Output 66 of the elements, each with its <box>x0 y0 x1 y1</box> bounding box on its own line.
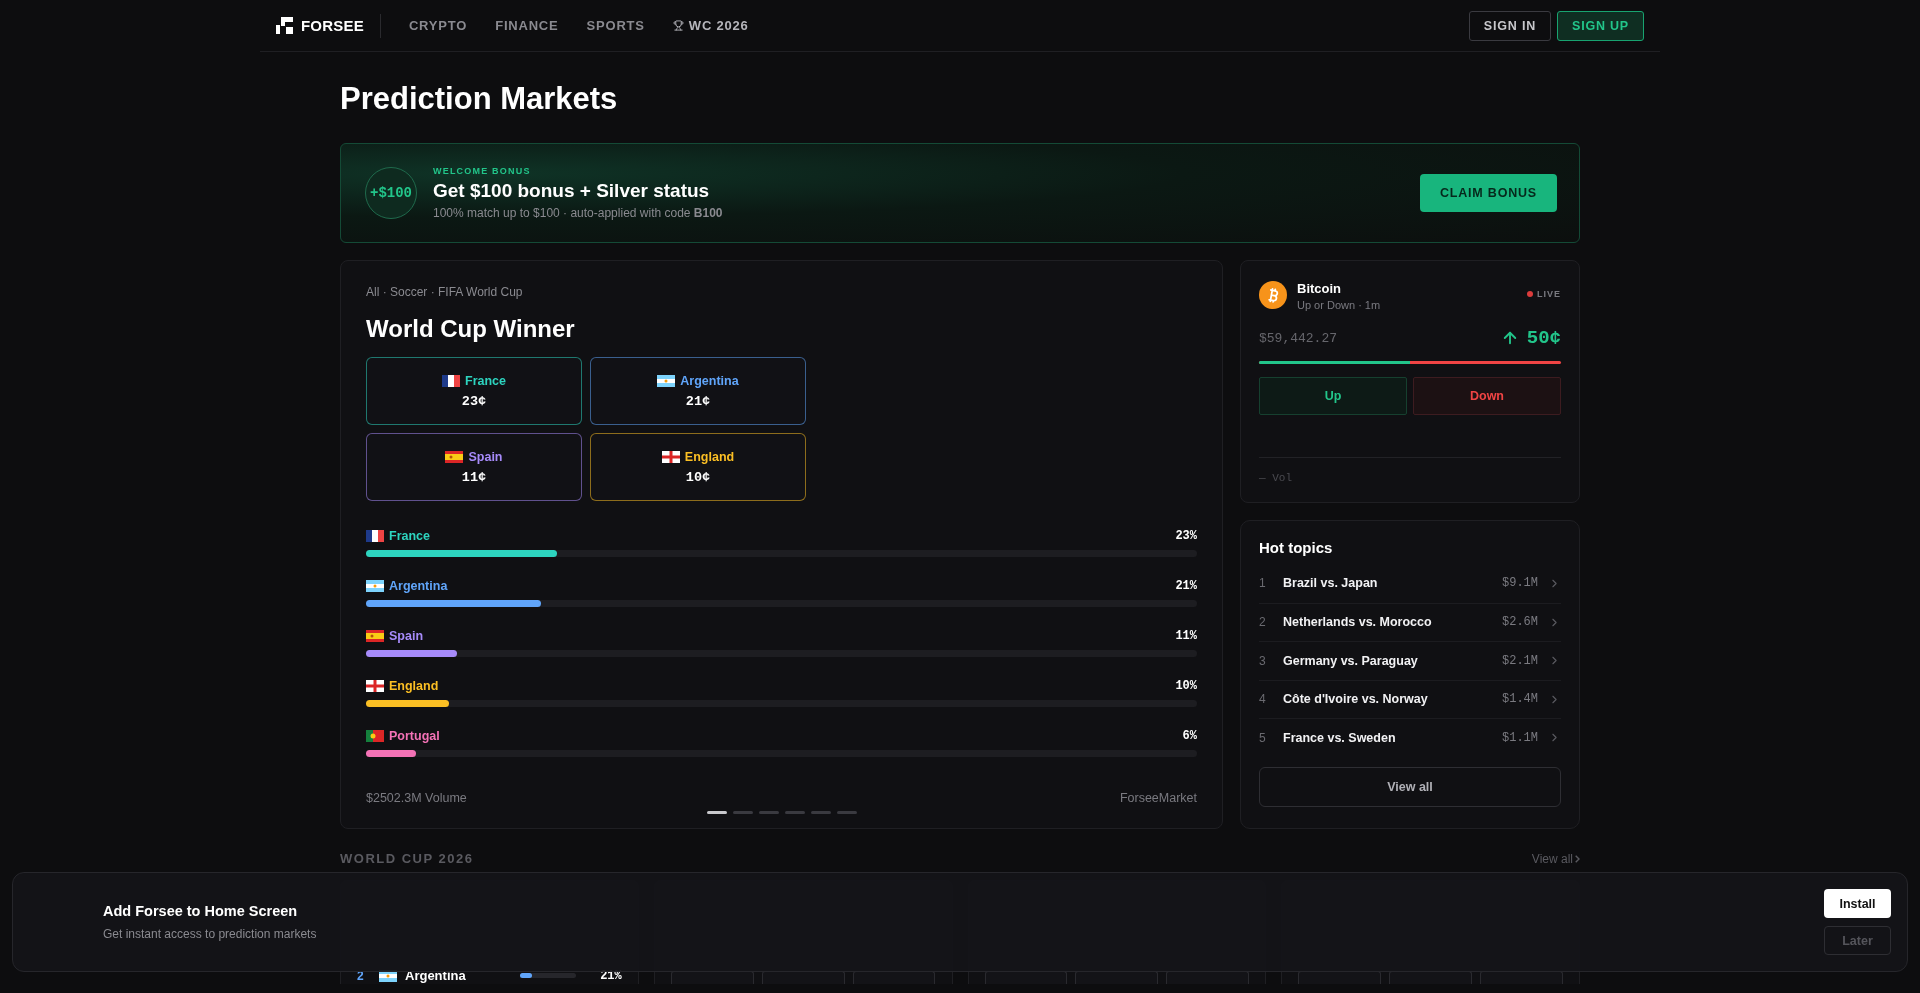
down-button[interactable]: Down <box>1413 377 1561 416</box>
up-button[interactable]: Up <box>1259 377 1407 416</box>
outcome-percent: 21% <box>1175 579 1197 594</box>
outcome-button[interactable]: England 10¢ <box>590 433 806 502</box>
prompt-text: Get instant access to prediction markets <box>103 927 318 941</box>
outcome-percent: 10% <box>1175 679 1197 694</box>
source-text: ForseeMarket <box>1119 791 1197 806</box>
chevron-right-icon <box>1575 854 1580 863</box>
topic-item[interactable]: 5 France vs. Sweden $1.1M <box>1259 718 1561 757</box>
nav-link[interactable]: WC 2026 <box>672 18 749 33</box>
live-label: LIVE <box>1537 289 1561 300</box>
volume-text: — Vol <box>1259 472 1292 485</box>
topic-item[interactable]: 3 Germany vs. Paraguay $2.1M <box>1259 641 1561 680</box>
outcome-percent: 23% <box>1175 529 1197 544</box>
card-title: Hot topics <box>1259 539 1334 557</box>
logo-icon <box>276 17 293 34</box>
trophy-icon <box>672 20 684 31</box>
page-indicator[interactable] <box>706 811 727 815</box>
outcome-label: Argentina <box>366 579 448 594</box>
bonus-eyebrow: WELCOME BONUS <box>433 166 532 177</box>
sign-in-button[interactable]: SIGN IN <box>1468 10 1551 41</box>
flag-icon <box>661 450 680 463</box>
section-title: WORLD CUP 2026 <box>340 851 474 867</box>
topic-item[interactable]: 2 Netherlands vs. Morocco $2.6M <box>1259 602 1561 642</box>
flag-icon <box>366 680 384 693</box>
bitcoin-icon <box>1259 281 1287 310</box>
volume-text: $2502.3M Volume <box>366 791 467 806</box>
flag-icon <box>366 630 384 643</box>
bonus-headline: Get $100 bonus + Silver status <box>433 180 711 203</box>
brand-name: FORSEE <box>301 17 364 34</box>
outcome-percent: 11% <box>1175 629 1197 644</box>
outcome-button[interactable]: France 23¢ <box>366 357 582 426</box>
topic-item[interactable]: 1 Brazil vs. Japan $9.1M <box>1259 564 1561 603</box>
bonus-description: 100% match up to $100 · auto-applied with code B100 <box>433 206 724 221</box>
outcome-button[interactable]: Spain 11¢ <box>366 433 582 502</box>
outcome-percent: 6% <box>1182 729 1197 744</box>
view-all-button[interactable]: View all <box>1259 766 1561 807</box>
price-change: 50¢ <box>1526 327 1561 350</box>
market-title: World Cup Winner <box>366 315 576 344</box>
page-title: Prediction Markets <box>340 82 619 117</box>
flag-icon <box>445 450 464 463</box>
flag-icon <box>442 374 460 387</box>
outcome-label: Portugal <box>366 729 440 744</box>
flag-icon <box>366 580 384 593</box>
live-dot <box>1527 291 1533 298</box>
team-name: Argentina <box>405 968 467 984</box>
outcome-label: Spain <box>366 629 424 644</box>
asset-price: $59,442.27 <box>1259 330 1337 346</box>
outcome-label: England <box>366 679 439 694</box>
asset-subtitle: Up or Down · 1m <box>1297 299 1382 312</box>
flag-icon <box>366 530 384 543</box>
topic-item[interactable]: 4 Côte d'Ivoire vs. Norway $1.4M <box>1259 679 1561 719</box>
bonus-badge: +$100 <box>365 167 417 220</box>
install-button[interactable]: Install <box>1824 889 1891 918</box>
asset-name: Bitcoin <box>1297 281 1343 297</box>
nav-link[interactable]: FINANCE <box>495 18 559 33</box>
sign-up-button[interactable]: SIGN UP <box>1557 10 1644 41</box>
nav-link[interactable]: CRYPTO <box>408 18 468 33</box>
flag-icon <box>657 374 676 387</box>
nav-link[interactable]: SPORTS <box>586 18 645 33</box>
claim-bonus-button[interactable]: CLAIM BONUS <box>1420 174 1557 213</box>
flag-icon <box>366 730 384 743</box>
prompt-title: Add Forsee to Home Screen <box>103 903 299 919</box>
outcome-label: France <box>366 529 430 544</box>
breadcrumb: All · Soccer · FIFA World Cup <box>366 285 524 300</box>
outcome-button[interactable]: Argentina 21¢ <box>590 357 806 426</box>
